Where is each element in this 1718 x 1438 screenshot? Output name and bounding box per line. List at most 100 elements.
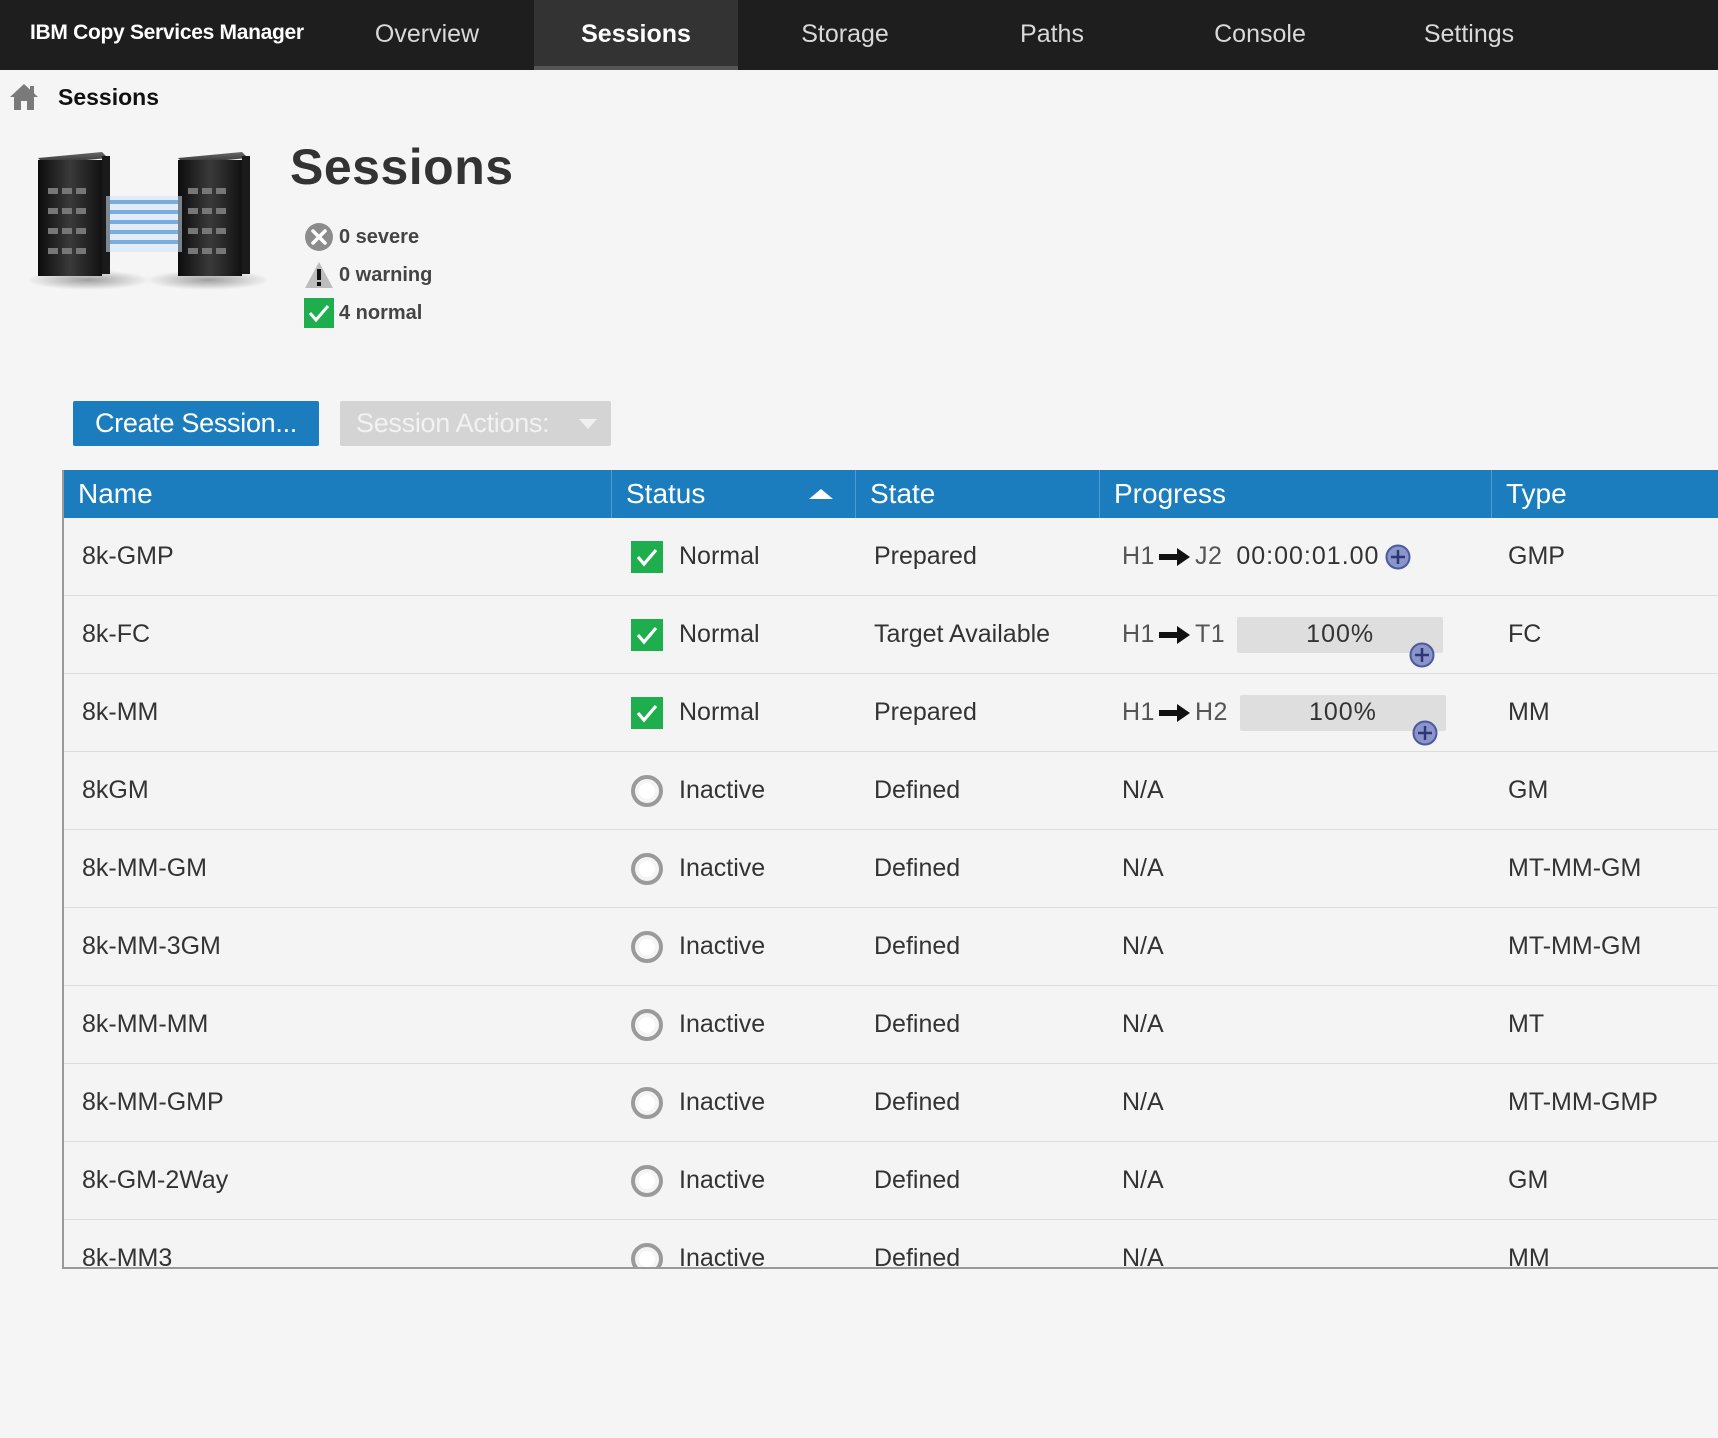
- tab-console[interactable]: Console: [1165, 0, 1355, 70]
- table-row[interactable]: 8kGM Inactive Defined N/A GM: [64, 752, 1718, 830]
- app-brand[interactable]: IBM Copy Services Manager: [30, 0, 304, 70]
- column-header-label: Status: [626, 478, 706, 509]
- table-body: 8k-GMP Normal Prepared H1 J2 00:00:01.00 GMP 8k…: [64, 518, 1718, 1269]
- status-label: Normal: [679, 620, 760, 648]
- status-cell: Inactive: [630, 1142, 765, 1219]
- tab-settings[interactable]: Settings: [1374, 0, 1564, 70]
- type-cell: GM: [1508, 1166, 1549, 1194]
- table-row[interactable]: 8k-GM-2Way Inactive Defined N/A GM: [64, 1142, 1718, 1220]
- progress-cell: H1 J2 00:00:01.00: [1122, 518, 1411, 595]
- x-circle-icon: [303, 221, 335, 253]
- status-cell: Normal: [630, 674, 760, 751]
- green-check-icon: [303, 297, 335, 329]
- target-role: J2: [1194, 542, 1223, 570]
- chevron-down-icon: [579, 419, 597, 429]
- column-header-label: Progress: [1114, 478, 1227, 509]
- state-cell: Defined: [874, 1010, 961, 1038]
- type-cell: MM: [1508, 1244, 1550, 1269]
- status-label: Inactive: [679, 854, 766, 882]
- summary-normal[interactable]: 4 normal: [303, 294, 432, 332]
- progress-percent: 100%: [1306, 620, 1375, 648]
- status-cell: Inactive: [630, 986, 765, 1063]
- progress-cell: N/A: [1122, 1220, 1164, 1269]
- page-title: Sessions: [290, 139, 514, 195]
- create-session-button[interactable]: Create Session...: [73, 401, 319, 446]
- type-cell: MT-MM-GM: [1508, 854, 1642, 882]
- status-label: Inactive: [679, 1244, 766, 1269]
- status-label: Inactive: [679, 776, 766, 804]
- session-name-cell: 8k-MM-MM: [82, 1010, 209, 1038]
- type-cell: MM: [1508, 698, 1550, 726]
- breadcrumb-current: Sessions: [58, 83, 159, 110]
- tab-storage[interactable]: Storage: [750, 0, 940, 70]
- copy-set-role-pair: H1 H2: [1122, 674, 1228, 751]
- status-summary: 0 severe 0 warning 4 normal: [303, 218, 432, 332]
- tab-overview[interactable]: Overview: [332, 0, 522, 70]
- table-row[interactable]: 8k-MM-GM Inactive Defined N/A MT-MM-GM: [64, 830, 1718, 908]
- progress-time: 00:00:01.00: [1236, 518, 1411, 595]
- type-cell: MT-MM-GM: [1508, 932, 1642, 960]
- table-row[interactable]: 8k-GMP Normal Prepared H1 J2 00:00:01.00 GMP: [64, 518, 1718, 596]
- progress-cell: N/A: [1122, 752, 1164, 829]
- green-check-icon: [630, 540, 664, 574]
- session-name-cell: 8k-MM-3GM: [82, 932, 221, 960]
- type-cell: MT-MM-GMP: [1508, 1088, 1658, 1116]
- type-cell: GM: [1508, 776, 1549, 804]
- status-label: Normal: [679, 542, 760, 570]
- progress-bar: 100%: [1239, 694, 1446, 745]
- table-row[interactable]: 8k-FC Normal Target Available H1 T1 100% FC: [64, 596, 1718, 674]
- status-cell: Inactive: [630, 908, 765, 985]
- table-row[interactable]: 8k-MM Normal Prepared H1 H2 100% MM: [64, 674, 1718, 752]
- replication-servers-icon: [18, 148, 270, 296]
- tab-sessions[interactable]: Sessions: [534, 0, 738, 70]
- column-header-status[interactable]: Status: [612, 470, 856, 518]
- summary-severe-label: 0 severe: [339, 225, 420, 248]
- tab-paths[interactable]: Paths: [957, 0, 1147, 70]
- progress-na: N/A: [1122, 1166, 1164, 1194]
- summary-severe[interactable]: 0 severe: [303, 218, 432, 256]
- inactive-circle-icon: [630, 1086, 664, 1120]
- column-header-label: State: [870, 478, 936, 509]
- status-cell: Normal: [630, 596, 760, 673]
- inactive-circle-icon: [630, 1164, 664, 1198]
- green-check-icon: [630, 618, 664, 652]
- table-row[interactable]: 8k-MM-MM Inactive Defined N/A MT: [64, 986, 1718, 1064]
- progress-cell: N/A: [1122, 986, 1164, 1063]
- inactive-circle-icon: [630, 1242, 664, 1267]
- summary-warning[interactable]: 0 warning: [303, 256, 432, 294]
- column-header-name[interactable]: Name: [64, 470, 612, 518]
- state-cell: Prepared: [874, 698, 977, 726]
- progress-time-value: 00:00:01.00: [1236, 542, 1380, 570]
- breadcrumb: Sessions: [8, 80, 159, 114]
- table-row[interactable]: 8k-MM-GMP Inactive Defined N/A MT-MM-GMP: [64, 1064, 1718, 1142]
- progress-cell: N/A: [1122, 908, 1164, 985]
- column-header-type[interactable]: Type: [1492, 470, 1718, 518]
- summary-warning-label: 0 warning: [339, 263, 433, 286]
- table-row[interactable]: 8k-MM-3GM Inactive Defined N/A MT-MM-GM: [64, 908, 1718, 986]
- sort-ascending-icon: [809, 489, 833, 499]
- sessions-table: Name Status State Progress Type 8k-GMP No…: [62, 470, 1718, 1269]
- summary-normal-label: 4 normal: [339, 301, 423, 324]
- state-cell: Defined: [874, 1166, 961, 1194]
- column-header-progress[interactable]: Progress: [1100, 470, 1492, 518]
- progress-na: N/A: [1122, 1244, 1164, 1269]
- progress-cell: N/A: [1122, 830, 1164, 907]
- status-cell: Inactive: [630, 752, 765, 829]
- session-name-cell: 8k-MM-GM: [82, 854, 207, 882]
- source-role: H1: [1122, 542, 1155, 570]
- inactive-circle-icon: [630, 852, 664, 886]
- progress-na: N/A: [1122, 776, 1164, 804]
- table-header: Name Status State Progress Type: [64, 470, 1718, 518]
- target-role: H2: [1194, 698, 1228, 726]
- plus-circle-icon[interactable]: [1385, 544, 1411, 570]
- state-cell: Defined: [874, 854, 961, 882]
- warning-triangle-icon: [303, 259, 335, 291]
- home-icon[interactable]: [8, 82, 40, 112]
- session-actions-dropdown[interactable]: Session Actions:: [340, 401, 611, 446]
- inactive-circle-icon: [630, 774, 664, 808]
- session-name-cell: 8k-GM-2Way: [82, 1166, 229, 1194]
- table-row[interactable]: 8k-MM3 Inactive Defined N/A MM: [64, 1220, 1718, 1269]
- status-cell: Inactive: [630, 1220, 766, 1269]
- column-header-state[interactable]: State: [856, 470, 1100, 518]
- target-role: T1: [1194, 620, 1226, 648]
